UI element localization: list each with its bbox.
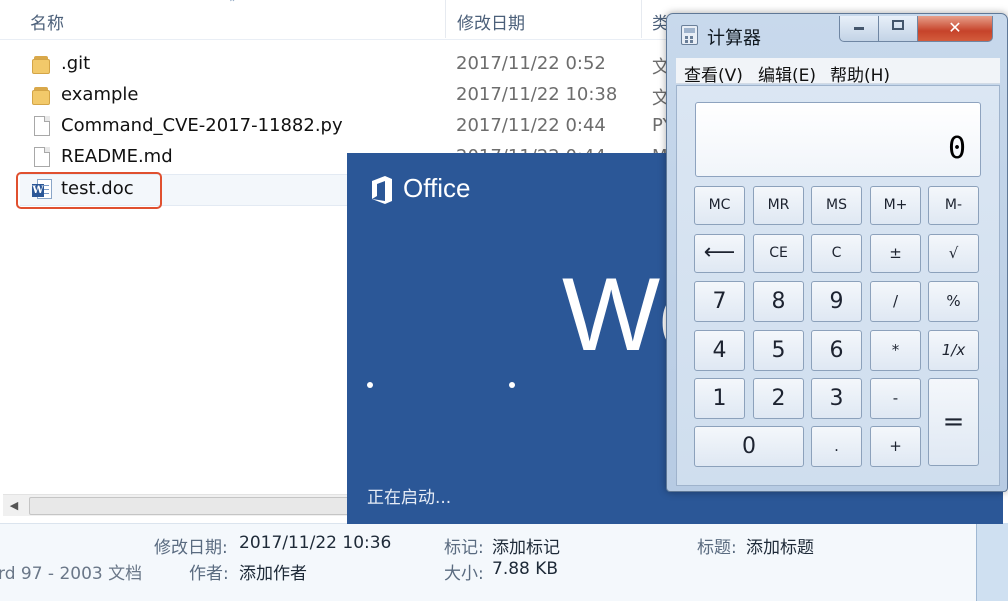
calculator-titlebar[interactable]: 计算器 ✕ [667, 14, 1007, 54]
menu-edit[interactable]: 编辑(E) [758, 61, 816, 86]
tags-field[interactable]: 添加标记 [492, 533, 560, 558]
key-3[interactable]: 3 [811, 378, 862, 419]
key-mr[interactable]: MR [753, 186, 804, 225]
key-divide[interactable]: / [870, 281, 921, 322]
document-icon [32, 147, 54, 169]
modified-label: 修改日期: [154, 538, 228, 558]
maximize-icon [892, 20, 904, 30]
tags-label: 标记: [444, 538, 484, 558]
key-c[interactable]: C [811, 234, 862, 273]
scrollbar-thumb[interactable] [29, 497, 351, 515]
column-date-modified[interactable]: 修改日期 [457, 9, 525, 34]
menu-view[interactable]: 查看(V) [684, 61, 743, 86]
key-2[interactable]: 2 [753, 378, 804, 419]
calculator-display: 0 [695, 102, 981, 177]
menu-help[interactable]: 帮助(H) [830, 61, 890, 86]
file-name: example [61, 84, 139, 105]
close-button[interactable]: ✕ [917, 16, 993, 42]
file-date: 2017/11/22 0:52 [456, 53, 606, 74]
key-percent[interactable]: % [928, 281, 979, 322]
calculator-icon [681, 25, 698, 45]
key-decimal[interactable]: . [811, 426, 862, 467]
key-m-plus[interactable]: M+ [870, 186, 921, 225]
minimize-icon [854, 27, 864, 30]
key-0[interactable]: 0 [694, 426, 804, 467]
desktop: ⌃ 名称 修改日期 类 .git 2017/11/22 0:52 文 examp… [0, 0, 1008, 601]
key-ce[interactable]: CE [753, 234, 804, 273]
key-backspace[interactable]: ⟵ [694, 234, 745, 273]
file-date: 2017/11/22 10:38 [456, 84, 618, 105]
calculator-title: 计算器 [707, 28, 761, 49]
key-ms[interactable]: MS [811, 186, 862, 225]
column-separator[interactable] [641, 0, 642, 38]
office-brand: Office [403, 173, 471, 203]
key-multiply[interactable]: * [870, 330, 921, 371]
title-field[interactable]: 添加标题 [746, 533, 814, 558]
sort-ascending-icon: ⌃ [228, 0, 237, 9]
file-row[interactable]: .git 2017/11/22 0:52 文 [20, 50, 670, 80]
loading-dot [509, 382, 515, 388]
author-label: 作者: [189, 564, 229, 584]
folder-icon [32, 54, 54, 76]
scroll-left-icon[interactable]: ◀ [6, 498, 22, 514]
splash-status: 正在启动... [367, 488, 452, 508]
office-logo-icon [372, 176, 392, 204]
size-label: 大小: [444, 564, 484, 584]
modified-value: 2017/11/22 10:36 [239, 533, 392, 553]
minimize-button[interactable] [839, 16, 879, 42]
key-1[interactable]: 1 [694, 378, 745, 419]
file-type-description: rd 97 - 2003 文档 [0, 564, 143, 584]
horizontal-scrollbar[interactable]: ◀ [3, 494, 351, 516]
file-date: 2017/11/22 0:44 [456, 115, 606, 136]
display-value: 0 [947, 131, 966, 166]
annotation-highlight-box [16, 172, 162, 209]
key-9[interactable]: 9 [811, 281, 862, 322]
author-field[interactable]: 添加作者 [239, 559, 307, 584]
file-name: Command_CVE-2017-11882.py [61, 115, 343, 136]
close-icon: ✕ [948, 18, 962, 37]
title-label: 标题: [697, 538, 737, 558]
calculator-window: 计算器 ✕ 查看(V) 编辑(E) 帮助(H) 0 MC MR MS M+ M-… [666, 13, 1008, 492]
calculator-menubar: 查看(V) 编辑(E) 帮助(H) [676, 58, 1000, 86]
key-8[interactable]: 8 [753, 281, 804, 322]
details-pane: 修改日期: 2017/11/22 10:36 标记: 添加标记 标题: 添加标题… [0, 523, 976, 601]
file-name: README.md [61, 146, 173, 167]
file-name: .git [61, 53, 91, 74]
size-value: 7.88 KB [492, 559, 559, 579]
folder-icon [32, 85, 54, 107]
key-6[interactable]: 6 [811, 330, 862, 371]
file-row[interactable]: Command_CVE-2017-11882.py 2017/11/22 0:4… [20, 112, 673, 142]
key-equals[interactable]: = [928, 378, 979, 466]
key-add[interactable]: + [870, 426, 921, 467]
window-frame-edge [976, 523, 1008, 601]
column-name[interactable]: 名称 [30, 9, 64, 34]
key-sqrt[interactable]: √ [928, 234, 979, 273]
loading-dot [367, 382, 373, 388]
maximize-button[interactable] [878, 16, 918, 42]
key-subtract[interactable]: - [870, 378, 921, 419]
file-row[interactable]: example 2017/11/22 10:38 文 [20, 81, 670, 111]
key-reciprocal[interactable]: 1/x [928, 330, 979, 371]
calculator-body: 0 MC MR MS M+ M- ⟵ CE C ± √ 7 8 9 / % 4 … [676, 85, 1000, 486]
key-m-minus[interactable]: M- [928, 186, 979, 225]
python-file-icon [32, 116, 54, 138]
key-5[interactable]: 5 [753, 330, 804, 371]
key-plus-minus[interactable]: ± [870, 234, 921, 273]
key-7[interactable]: 7 [694, 281, 745, 322]
column-separator[interactable] [445, 0, 446, 38]
key-4[interactable]: 4 [694, 330, 745, 371]
key-mc[interactable]: MC [694, 186, 745, 225]
